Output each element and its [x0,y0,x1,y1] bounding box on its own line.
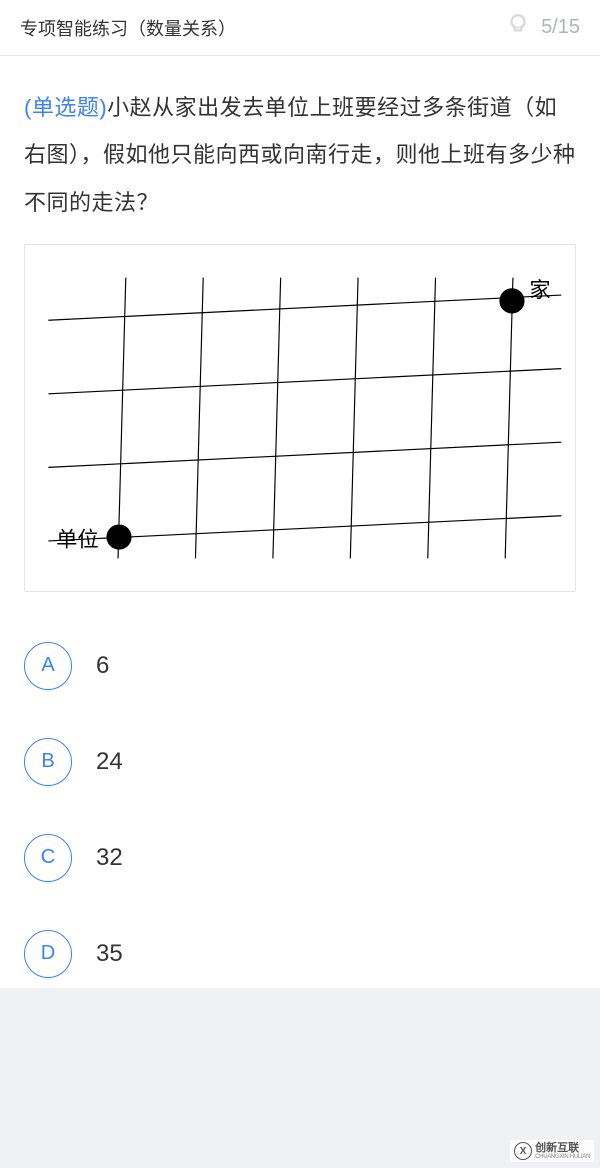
street-grid-diagram: 家 单位 [29,263,571,573]
diagram-container: 家 单位 [24,244,576,592]
watermark-text: 创新互联 CHUANGXIN HULIAN [535,1143,590,1160]
option-letter: B [24,738,72,786]
option-text: 6 [96,652,109,680]
option-letter: A [24,642,72,690]
question-content: (单选题)小赵从家出发去单位上班要经过多条街道（如右图），假如他只能向西或向南行… [0,56,600,612]
home-label: 家 [529,278,550,302]
home-point [499,288,524,313]
watermark-cn: 创新互联 [535,1143,590,1154]
work-label: 单位 [56,528,99,552]
page-title: 专项智能练习（数量关系） [20,15,236,41]
progress-counter: 5/15 [541,16,580,39]
option-b[interactable]: B 24 [24,738,576,786]
option-text: 24 [96,748,123,776]
app-header: 专项智能练习（数量关系） 5/15 [0,0,600,56]
watermark-en: CHUANGXIN HULIAN [535,1154,590,1160]
work-point [106,524,131,549]
options-list: A 6 B 24 C 32 D 35 [0,612,600,988]
option-c[interactable]: C 32 [24,834,576,882]
option-d[interactable]: D 35 [24,930,576,978]
watermark: X 创新互联 CHUANGXIN HULIAN [510,1140,594,1162]
option-text: 35 [96,940,123,968]
question-type-label: (单选题) [24,95,107,120]
header-right-group: 5/15 [505,12,580,43]
option-a[interactable]: A 6 [24,642,576,690]
watermark-logo-icon: X [514,1142,532,1160]
option-letter: C [24,834,72,882]
option-letter: D [24,930,72,978]
question-text: (单选题)小赵从家出发去单位上班要经过多条街道（如右图），假如他只能向西或向南行… [24,84,576,226]
question-body: 小赵从家出发去单位上班要经过多条街道（如右图），假如他只能向西或向南行走，则他上… [24,95,576,215]
option-text: 32 [96,844,123,872]
hint-icon[interactable] [505,12,531,43]
